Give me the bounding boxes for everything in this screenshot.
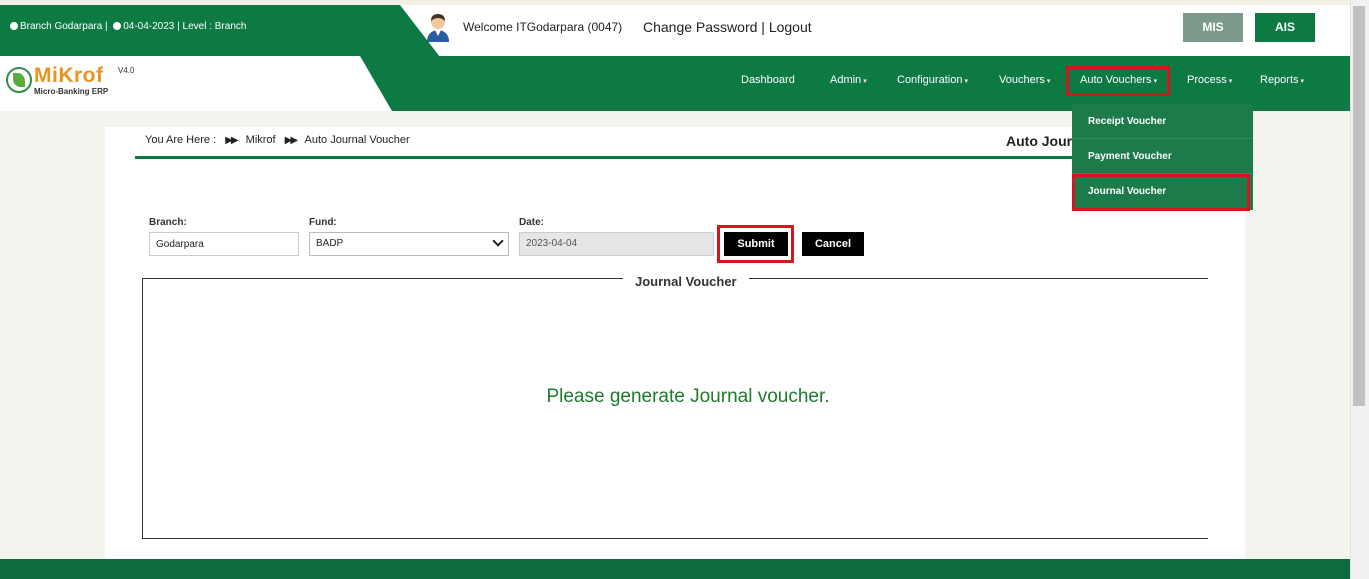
change-password-link[interactable]: Change Password xyxy=(643,19,757,35)
dropdown-item-payment-voucher[interactable]: Payment Voucher xyxy=(1072,139,1253,174)
submit-highlight xyxy=(717,225,794,263)
account-links: Change Password | Logout xyxy=(643,19,812,35)
nav-configuration[interactable]: Configuration ▾ xyxy=(897,74,968,86)
nav-configuration-label: Configuration xyxy=(897,74,963,86)
clock-icon xyxy=(113,22,122,30)
generate-voucher-message: Please generate Journal voucher. xyxy=(546,386,830,407)
nav-process-label: Process xyxy=(1187,74,1227,86)
breadcrumb-current: Auto Journal Voucher xyxy=(304,134,410,146)
ais-button[interactable]: AIS xyxy=(1255,13,1315,42)
branch-label: Branch: xyxy=(149,217,187,228)
nav-vouchers[interactable]: Vouchers ▾ xyxy=(999,74,1050,86)
breadcrumb-mikrof[interactable]: Mikrof xyxy=(246,134,276,146)
nav-admin-label: Admin xyxy=(830,74,862,86)
dropdown-item-receipt-voucher[interactable]: Receipt Voucher xyxy=(1072,104,1253,139)
fund-select[interactable]: BADP xyxy=(309,232,509,256)
double-arrow-icon: ▶▶ xyxy=(284,135,298,146)
globe-icon xyxy=(10,22,18,30)
caret-down-icon: ▾ xyxy=(1046,78,1051,85)
caret-down-icon: ▾ xyxy=(1228,78,1233,85)
nav-dashboard[interactable]: Dashboard xyxy=(741,74,795,86)
chevron-down-icon xyxy=(492,235,504,247)
nav-dashboard-label: Dashboard xyxy=(741,74,795,86)
branch-text: Branch Godarpara | xyxy=(20,21,108,32)
logo-subtitle: Micro-Banking ERP xyxy=(34,87,109,96)
nav-admin[interactable]: Admin ▾ xyxy=(830,74,867,86)
double-arrow-icon: ▶▶ xyxy=(225,135,238,146)
caret-down-icon: ▾ xyxy=(964,78,968,85)
logo-leaf-icon xyxy=(6,67,32,93)
logout-link[interactable]: Logout xyxy=(769,19,812,35)
scrollbar-thumb[interactable] xyxy=(1353,6,1365,406)
journal-voucher-panel xyxy=(142,278,1208,539)
nav-vouchers-label: Vouchers xyxy=(999,74,1045,86)
auto-vouchers-highlight xyxy=(1066,66,1170,96)
date-label: Date: xyxy=(519,217,545,228)
nav-reports[interactable]: Reports ▾ xyxy=(1260,74,1304,86)
nav-process[interactable]: Process ▾ xyxy=(1187,74,1232,86)
fund-select-value: BADP xyxy=(316,238,344,249)
nav-reports-label: Reports xyxy=(1260,74,1299,86)
caret-down-icon: ▾ xyxy=(1300,78,1305,85)
logo-name: MiKrof xyxy=(34,64,104,87)
footer-bar xyxy=(0,559,1350,579)
breadcrumb-divider xyxy=(135,156,1205,159)
fund-label: Fund: xyxy=(309,217,337,228)
journal-voucher-legend: Journal Voucher xyxy=(623,274,749,289)
logo-version: V4.0 xyxy=(118,66,135,75)
breadcrumb-prefix: You Are Here : xyxy=(145,134,217,146)
branch-input[interactable] xyxy=(149,232,299,256)
cancel-button[interactable]: Cancel xyxy=(802,232,864,256)
date-level-text: 04-04-2023 | Level : Branch xyxy=(123,21,247,32)
date-field[interactable]: 2023-04-04 xyxy=(519,232,714,256)
caret-down-icon: ▾ xyxy=(863,78,867,85)
user-avatar-icon xyxy=(427,14,449,42)
mis-button[interactable]: MIS xyxy=(1183,13,1243,42)
link-separator: | xyxy=(761,19,765,35)
welcome-text: Welcome ITGodarpara (0047) xyxy=(463,20,623,34)
breadcrumb: You Are Here : ▶▶ Mikrof ▶▶ Auto Journal… xyxy=(145,134,410,146)
branch-info: Branch Godarpara | 04-04-2023 | Level : … xyxy=(10,21,246,32)
journal-voucher-highlight xyxy=(1072,174,1250,211)
